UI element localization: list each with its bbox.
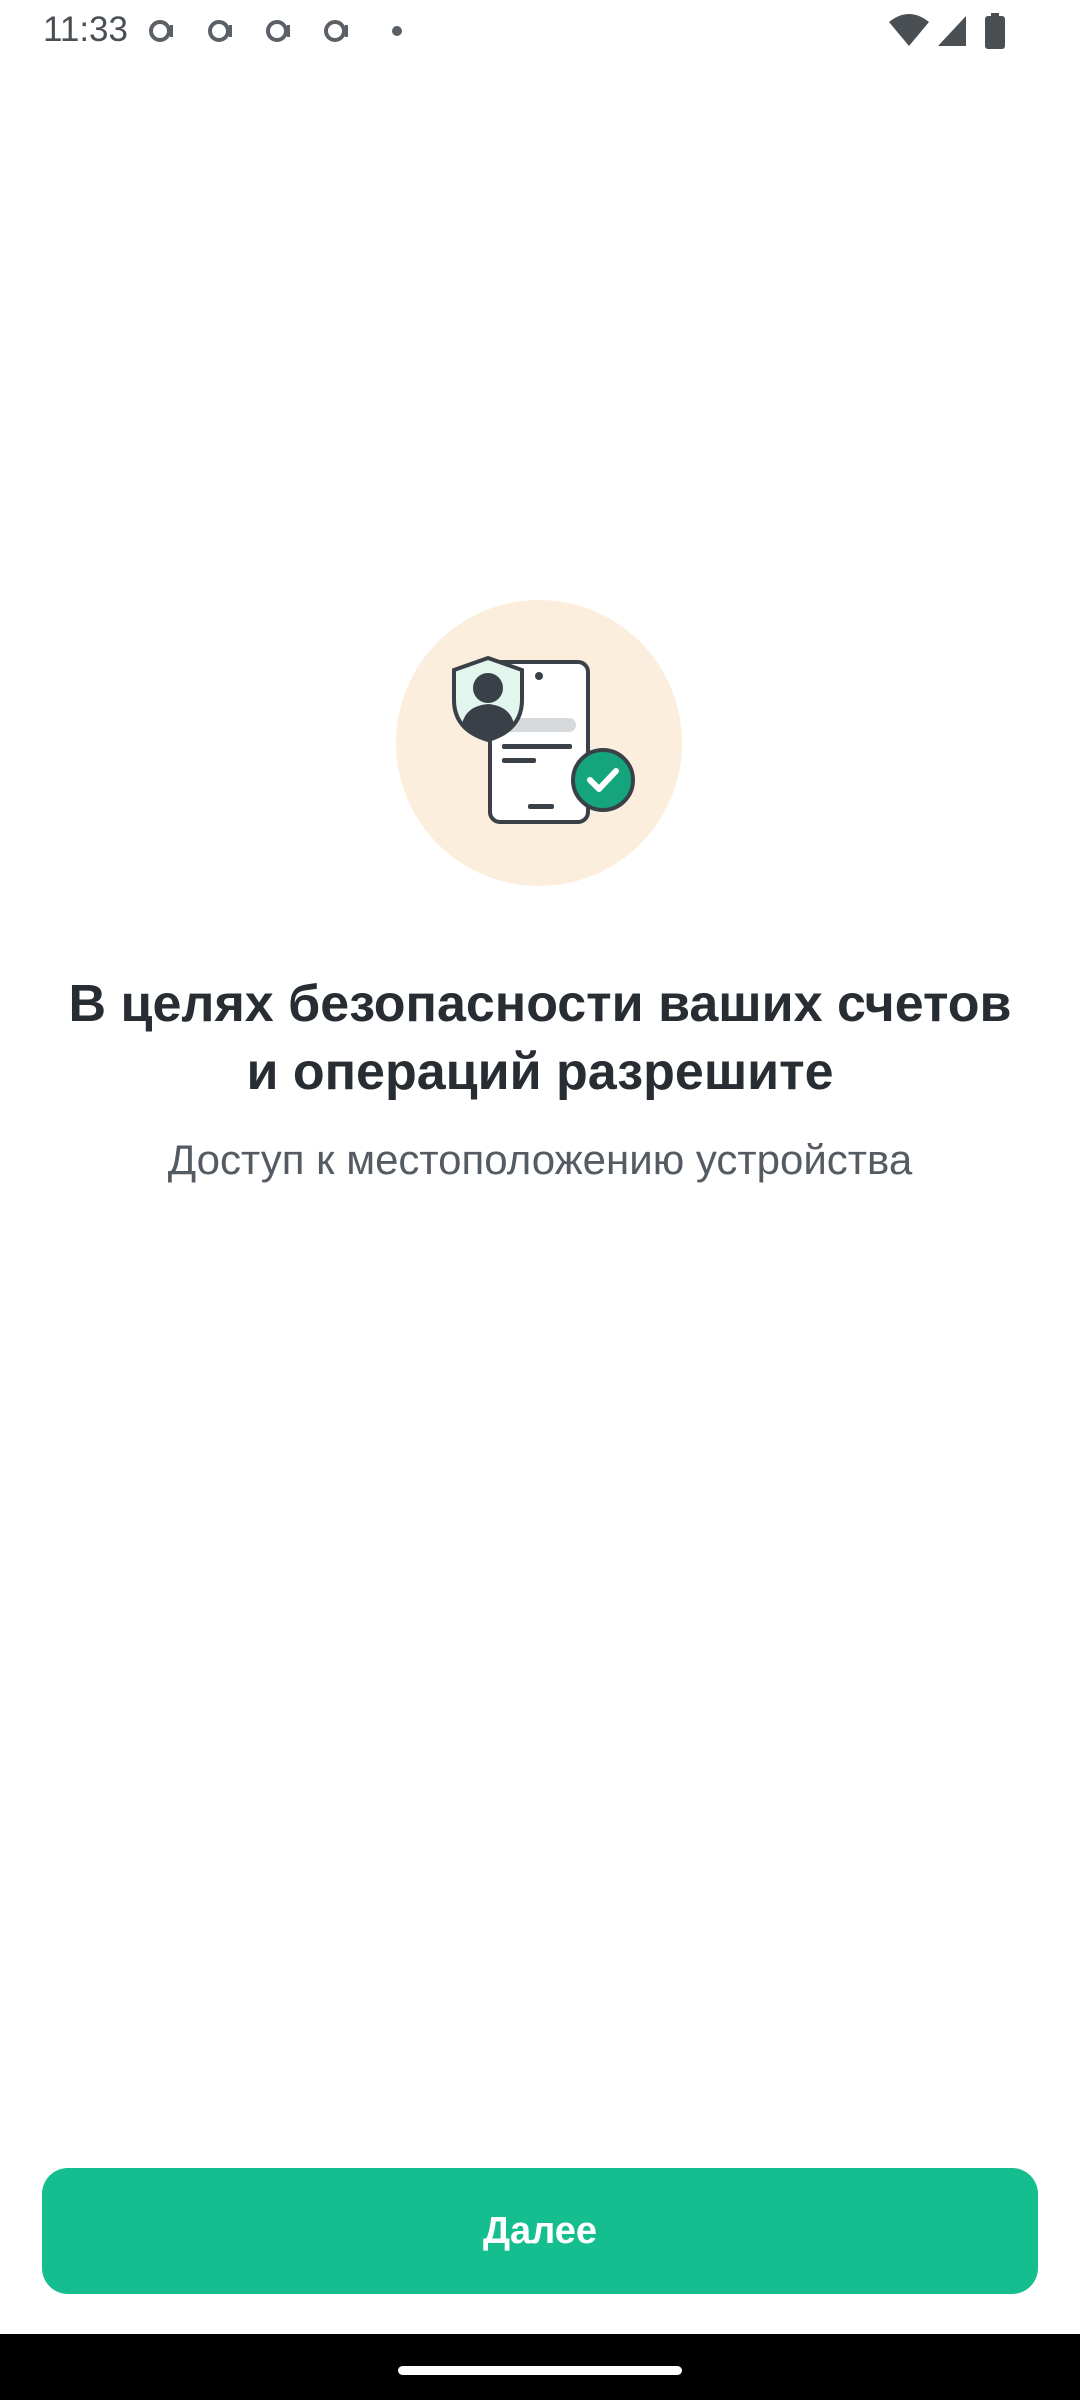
more-notifications-dot [392,26,402,36]
status-bar: 11:33 [0,0,1080,62]
page-subtitle: Доступ к местоположению устройства [167,1136,913,1183]
wifi-icon [889,14,929,46]
battery-icon [985,13,1005,49]
permission-screen: 11:33 В целях безопасности ваших счетов … [0,0,1080,2400]
signal-icon [938,16,966,46]
status-time: 11:33 [43,10,128,49]
notification-ring-icon [208,20,232,42]
home-gesture-handle[interactable] [398,2366,682,2375]
secure-document-check-icon [396,600,682,886]
next-button[interactable]: Далее [42,2168,1038,2294]
notification-ring-icon [324,20,348,42]
notification-ring-icon [149,20,173,42]
notification-ring-icon [266,20,290,42]
page-title: В целях безопасности ваших счетов и опер… [68,975,1012,1101]
